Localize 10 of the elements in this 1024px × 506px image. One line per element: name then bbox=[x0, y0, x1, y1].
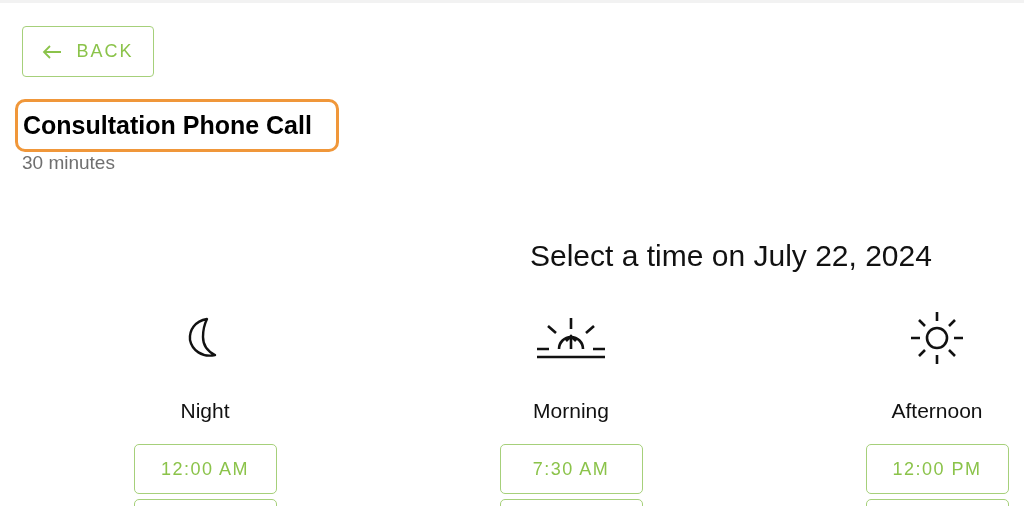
back-button[interactable]: BACK bbox=[22, 26, 154, 77]
time-slot-button[interactable]: 12:00 AM bbox=[133, 444, 277, 494]
period-label: Afternoon bbox=[891, 398, 983, 424]
date-heading: Select a time on July 22, 2024 bbox=[530, 238, 933, 274]
duration-text: 30 minutes bbox=[22, 152, 116, 174]
time-slot-button[interactable]: 12:00 PM bbox=[865, 444, 1009, 494]
event-title: Consultation Phone Call bbox=[23, 111, 312, 140]
period-label: Night bbox=[180, 398, 230, 424]
time-slot-button[interactable]: 7:30 AM bbox=[499, 444, 643, 494]
period-label: Morning bbox=[533, 398, 609, 424]
